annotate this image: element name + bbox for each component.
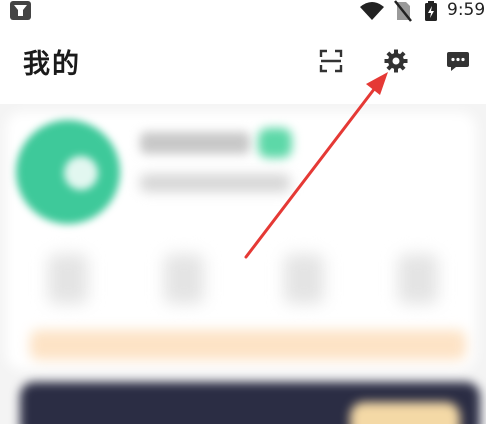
top-bar: 我的 xyxy=(0,22,486,104)
promo-strip xyxy=(30,330,466,360)
stat-item xyxy=(284,254,324,304)
app-notification-icon xyxy=(10,1,31,20)
scan-icon[interactable] xyxy=(316,46,346,76)
membership-button xyxy=(350,402,460,424)
blurred-profile-area xyxy=(0,104,486,424)
status-bar: 9:59 xyxy=(0,0,486,22)
avatar-glyph xyxy=(64,156,98,190)
stat-item xyxy=(164,254,204,304)
message-icon[interactable] xyxy=(443,46,473,76)
status-time: 9:59 xyxy=(447,0,486,20)
gear-icon[interactable] xyxy=(381,46,411,76)
user-id-blurred xyxy=(140,174,290,192)
vip-badge xyxy=(258,128,292,158)
username-blurred xyxy=(140,132,250,154)
avatar xyxy=(16,120,120,224)
stat-item xyxy=(398,254,438,304)
page-title: 我的 xyxy=(23,49,81,80)
stat-item xyxy=(48,254,88,304)
